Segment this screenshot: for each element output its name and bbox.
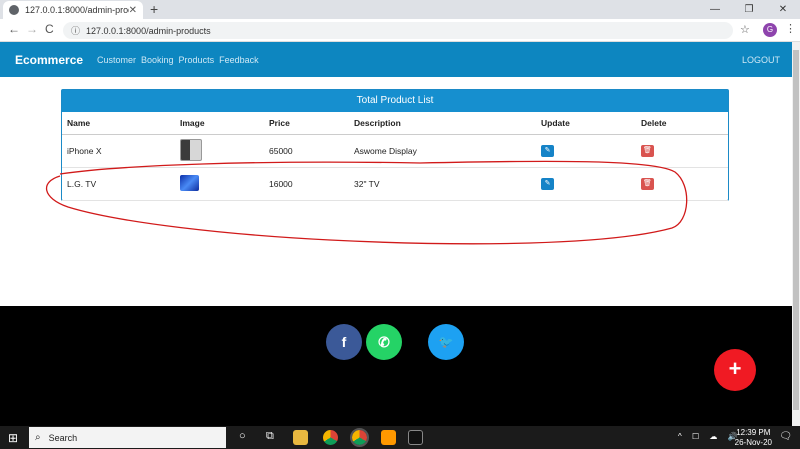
taskbar-search[interactable]: ⌕ Search bbox=[29, 427, 226, 448]
reload-icon[interactable]: C bbox=[45, 22, 54, 36]
profile-avatar[interactable]: G bbox=[763, 23, 777, 37]
info-icon[interactable]: ⓘ bbox=[71, 24, 80, 37]
browser-menu-icon[interactable]: ⋮ bbox=[785, 22, 796, 35]
product-description: 32" TV bbox=[349, 167, 536, 201]
scrollbar-thumb[interactable] bbox=[793, 50, 799, 410]
update-cell: ✎ bbox=[536, 134, 636, 168]
nav-link-feedback[interactable]: Feedback bbox=[219, 55, 259, 65]
product-image-cell bbox=[175, 167, 264, 201]
back-icon[interactable]: ← bbox=[8, 22, 20, 36]
windows-taskbar: ⊞ ⌕ Search ○ ⧉ ^ ☐ ☁ 🔊 12:39 PM 26-Nov-2… bbox=[0, 426, 800, 449]
product-name: L.G. TV bbox=[62, 167, 175, 201]
chrome-active-icon[interactable] bbox=[350, 428, 369, 447]
windows-start-icon[interactable]: ⊞ bbox=[8, 431, 18, 445]
product-price: 65000 bbox=[264, 134, 349, 168]
column-header-image: Image bbox=[175, 112, 264, 135]
bookmark-star-icon[interactable]: ☆ bbox=[740, 23, 750, 36]
facebook-icon[interactable]: f bbox=[326, 324, 362, 360]
clock-date: 26-Nov-20 bbox=[734, 438, 772, 447]
tv-image bbox=[180, 174, 199, 191]
twitter-icon[interactable]: 🐦 bbox=[428, 324, 464, 360]
browser-tab-strip: 127.0.0.1:8000/admin-products ✕ + — ❐ ✕ bbox=[0, 0, 800, 19]
chrome-icon[interactable] bbox=[323, 430, 338, 445]
delete-button[interactable]: 🗑 bbox=[641, 178, 654, 190]
close-tab-icon[interactable]: ✕ bbox=[129, 5, 137, 16]
search-placeholder: Search bbox=[48, 432, 78, 443]
column-header-update: Update bbox=[536, 112, 636, 135]
browser-tab[interactable]: 127.0.0.1:8000/admin-products ✕ bbox=[3, 1, 143, 19]
edit-button[interactable]: ✎ bbox=[541, 178, 554, 190]
file-explorer-icon[interactable] bbox=[293, 430, 308, 445]
sublime-text-icon[interactable] bbox=[381, 430, 396, 445]
notification-icon[interactable]: 🗨 bbox=[779, 431, 792, 442]
clock-time: 12:39 PM bbox=[736, 428, 771, 437]
url-text: 127.0.0.1:8000/admin-products bbox=[86, 25, 211, 36]
column-header-delete: Delete bbox=[636, 112, 728, 135]
terminal-icon[interactable] bbox=[408, 430, 423, 445]
phone-image bbox=[180, 138, 202, 161]
taskbar-clock[interactable]: 12:39 PM 26-Nov-20 bbox=[735, 428, 772, 448]
update-cell: ✎ bbox=[536, 167, 636, 201]
page-scrollbar[interactable] bbox=[792, 42, 800, 426]
task-view-icon[interactable]: ⧉ bbox=[266, 430, 274, 443]
close-window-icon[interactable]: ✕ bbox=[766, 0, 800, 19]
nav-link-customer[interactable]: Customer bbox=[97, 55, 136, 65]
nav-link-booking[interactable]: Booking bbox=[141, 55, 174, 65]
column-header-description: Description bbox=[349, 112, 536, 135]
product-price: 16000 bbox=[264, 167, 349, 201]
add-product-button[interactable]: + bbox=[714, 349, 756, 391]
panel-title: Total Product List bbox=[62, 90, 728, 112]
maximize-icon[interactable]: ❐ bbox=[732, 0, 766, 19]
cortana-icon[interactable]: ○ bbox=[239, 430, 246, 442]
nav-links: Customer Booking Products Feedback bbox=[97, 55, 259, 65]
delete-cell: 🗑 bbox=[636, 134, 728, 168]
tab-title: 127.0.0.1:8000/admin-products bbox=[25, 5, 129, 15]
logout-link[interactable]: LOGOUT bbox=[742, 55, 780, 65]
product-table: Name Image Price Description Update Dele… bbox=[62, 112, 728, 201]
product-list-panel: Total Product List Name Image Price Desc… bbox=[61, 89, 729, 201]
column-header-price: Price bbox=[264, 112, 349, 135]
search-icon: ⌕ bbox=[35, 432, 41, 443]
new-tab-button[interactable]: + bbox=[150, 1, 158, 17]
table-row: iPhone X 65000 Aswome Display ✎ 🗑 bbox=[62, 134, 728, 168]
site-footer: f ✆ 🐦 bbox=[0, 306, 792, 426]
minimize-icon[interactable]: — bbox=[698, 0, 732, 19]
address-bar[interactable]: ⓘ 127.0.0.1:8000/admin-products bbox=[63, 22, 733, 39]
edit-button[interactable]: ✎ bbox=[541, 145, 554, 157]
nav-link-products[interactable]: Products bbox=[179, 55, 215, 65]
delete-button[interactable]: 🗑 bbox=[641, 145, 654, 157]
delete-cell: 🗑 bbox=[636, 167, 728, 201]
browser-toolbar: ← → C ⓘ 127.0.0.1:8000/admin-products ☆ … bbox=[0, 19, 800, 42]
column-header-name: Name bbox=[62, 112, 175, 135]
forward-icon[interactable]: → bbox=[26, 22, 38, 36]
table-header-row: Name Image Price Description Update Dele… bbox=[62, 112, 728, 135]
system-tray-icons[interactable]: ^ ☐ ☁ 🔊 bbox=[678, 432, 742, 441]
product-description: Aswome Display bbox=[349, 134, 536, 168]
window-controls: — ❐ ✕ bbox=[698, 0, 800, 19]
whatsapp-icon[interactable]: ✆ bbox=[366, 324, 402, 360]
globe-icon bbox=[9, 5, 19, 15]
brand-logo[interactable]: Ecommerce bbox=[15, 53, 83, 67]
table-row: L.G. TV 16000 32" TV ✎ 🗑 bbox=[62, 167, 728, 201]
product-image-cell bbox=[175, 134, 264, 168]
product-name: iPhone X bbox=[62, 134, 175, 168]
site-navbar: Ecommerce Customer Booking Products Feed… bbox=[0, 42, 792, 77]
